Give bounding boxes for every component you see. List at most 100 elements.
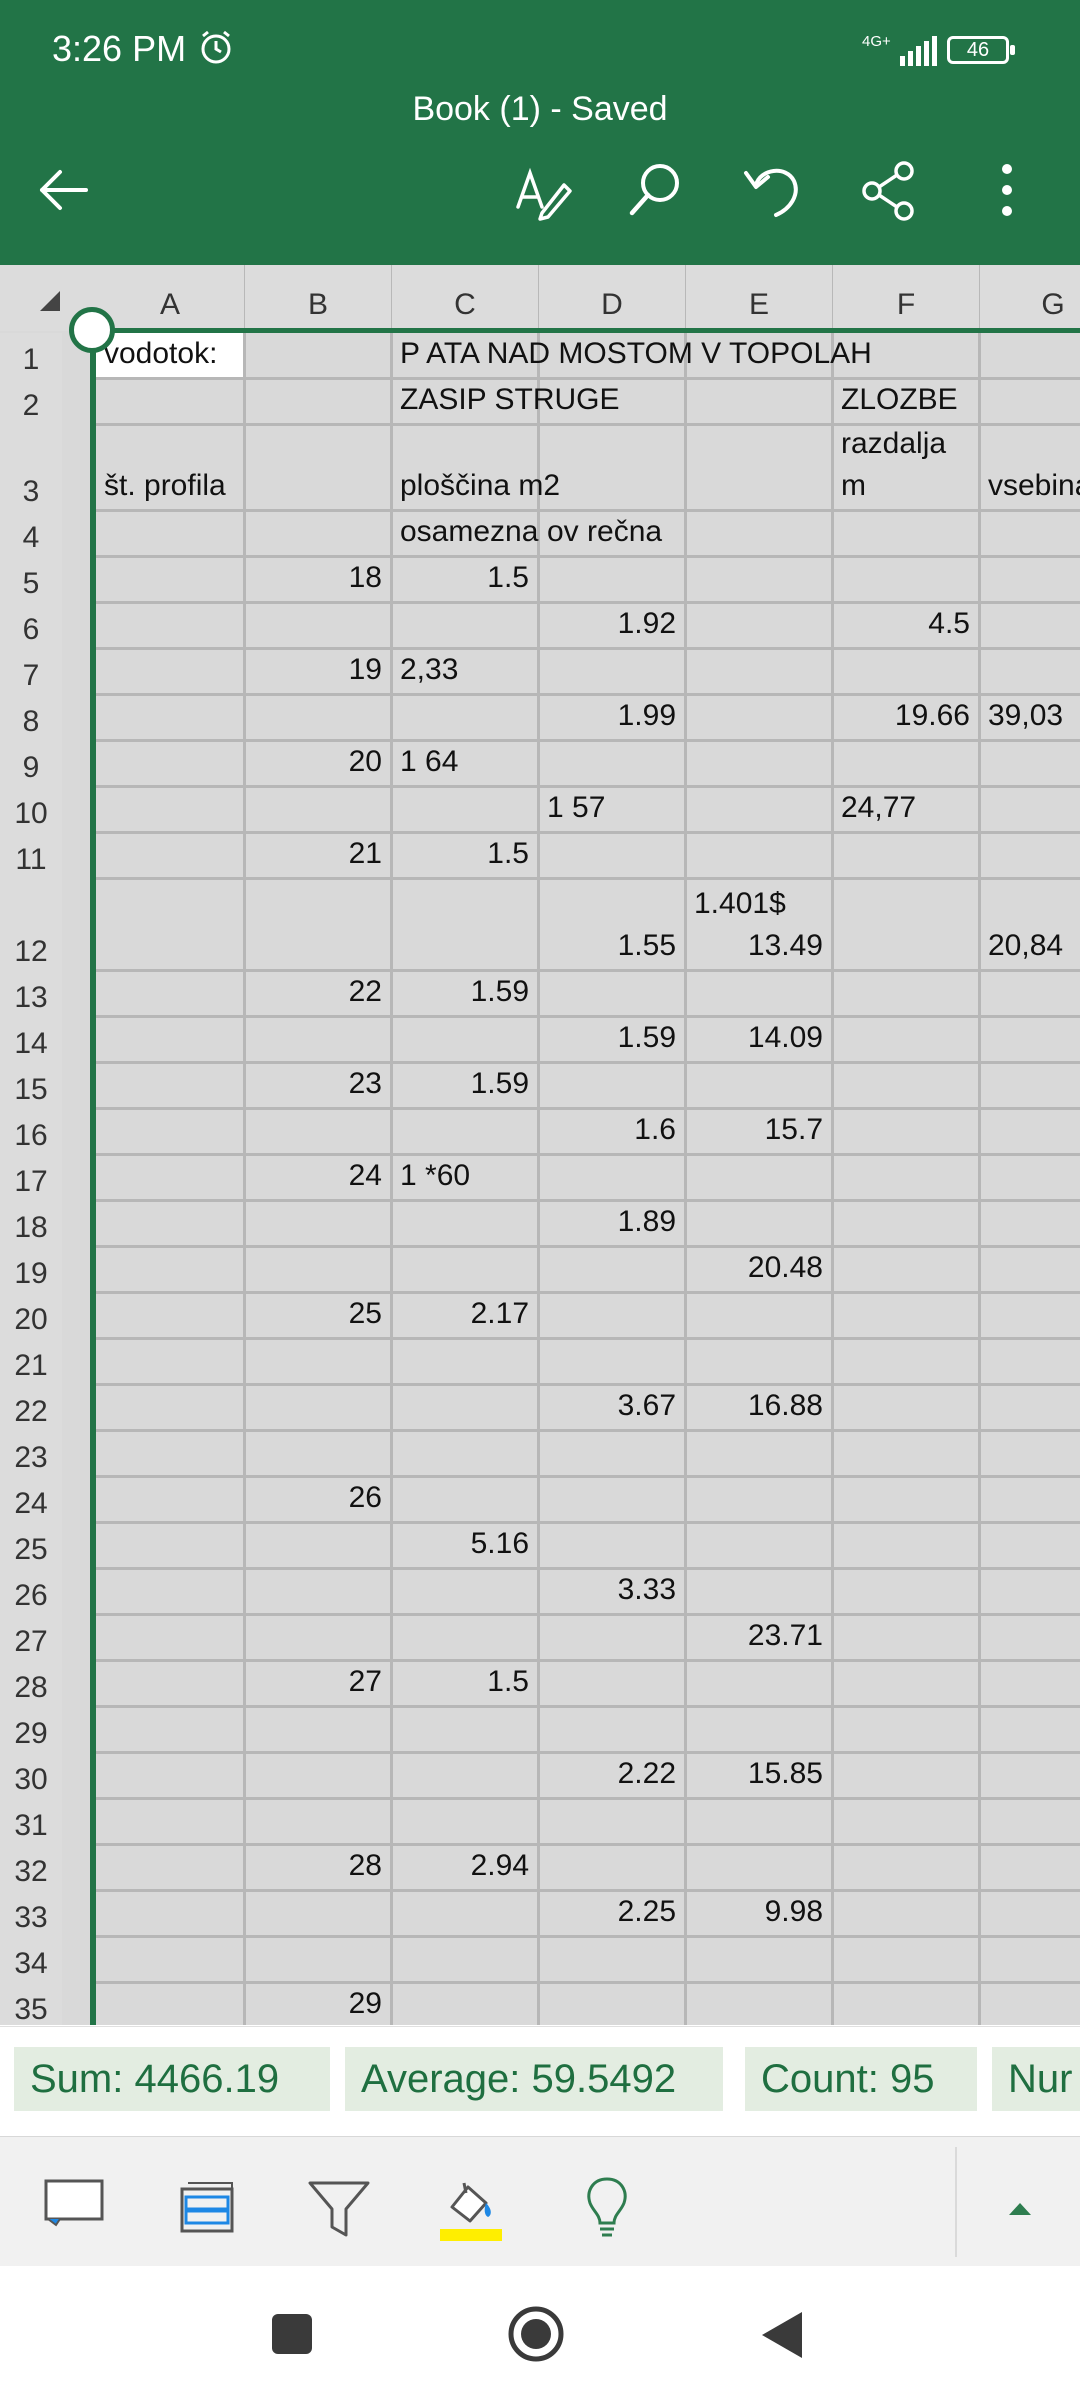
lightbulb-icon[interactable] — [572, 2173, 642, 2243]
cell-f2[interactable]: ZLOZBE — [841, 381, 958, 419]
cell-g27[interactable]: 78 — [980, 1617, 1080, 1655]
cell-d8[interactable]: 1.99 — [539, 697, 676, 735]
search-icon[interactable] — [620, 155, 690, 225]
row-header-28[interactable]: 28 — [0, 1661, 62, 1707]
row-header-29[interactable]: 29 — [0, 1707, 62, 1753]
cell-g6[interactable]: 8 — [980, 605, 1080, 643]
cell-c17[interactable]: 1 *60 — [400, 1157, 470, 1195]
cell-g14[interactable]: 22 — [980, 1019, 1080, 1057]
cell-g8[interactable]: 39,03 — [988, 697, 1063, 735]
row-header-25[interactable]: 25 — [0, 1523, 62, 1569]
row-header-26[interactable]: 26 — [0, 1569, 62, 1615]
cell-e30[interactable]: 15.85 — [686, 1755, 823, 1793]
row-header-24[interactable]: 24 — [0, 1477, 62, 1523]
sheets-icon[interactable] — [172, 2173, 242, 2243]
cell-g30[interactable]: 35 — [980, 1755, 1080, 1793]
cell-b35[interactable]: 29 — [245, 1985, 382, 2023]
cell-f10[interactable]: 24,77 — [841, 789, 916, 827]
back-arrow-icon[interactable] — [28, 155, 98, 225]
cell-d4[interactable]: ov rečna — [547, 513, 662, 551]
row-header-21[interactable]: 21 — [0, 1339, 62, 1385]
cell-b24[interactable]: 26 — [245, 1479, 382, 1517]
cell-f8[interactable]: 19.66 — [833, 697, 970, 735]
cell-d30[interactable]: 2.22 — [539, 1755, 676, 1793]
row-header-13[interactable]: 13 — [0, 971, 62, 1017]
share-icon[interactable] — [854, 155, 924, 225]
pen-edit-icon[interactable] — [508, 155, 578, 225]
row-header-18[interactable]: 18 — [0, 1201, 62, 1247]
row-header-20[interactable]: 20 — [0, 1293, 62, 1339]
cell-e16[interactable]: 15.7 — [686, 1111, 823, 1149]
expand-up-icon[interactable] — [985, 2173, 1055, 2243]
cell-b13[interactable]: 22 — [245, 973, 382, 1011]
row-header-11[interactable]: 11 — [0, 833, 62, 879]
cell-d12[interactable]: 1.55 — [539, 927, 676, 965]
undo-icon[interactable] — [738, 155, 808, 225]
cell-d16[interactable]: 1.6 — [539, 1111, 676, 1149]
cell-a3[interactable]: št. profila — [104, 467, 226, 505]
cell-c1[interactable]: P ATA NAD MOSTOM V TOPOLAH — [400, 335, 872, 373]
cell-c28[interactable]: 1.5 — [392, 1663, 529, 1701]
recents-square-icon[interactable] — [270, 2312, 314, 2356]
cell-b7[interactable]: 19 — [245, 651, 382, 689]
column-header-c[interactable]: C — [392, 265, 539, 331]
cell-e19[interactable]: 20.48 — [686, 1249, 823, 1287]
cell-b28[interactable]: 27 — [245, 1663, 382, 1701]
row-header-9[interactable]: 9 — [0, 741, 62, 787]
row-header-31[interactable]: 31 — [0, 1799, 62, 1845]
cell-d10[interactable]: 1 57 — [547, 789, 605, 827]
cell-d14[interactable]: 1.59 — [539, 1019, 676, 1057]
cell-a1[interactable]: vodotok: — [104, 335, 217, 373]
cell-b9[interactable]: 20 — [245, 743, 382, 781]
cell-b32[interactable]: 28 — [245, 1847, 382, 1885]
cell-e12[interactable]: 1.401$ — [694, 885, 786, 923]
row-header-23[interactable]: 23 — [0, 1431, 62, 1477]
filter-icon[interactable] — [304, 2173, 374, 2243]
cell-c7[interactable]: 2,33 — [400, 651, 458, 689]
cell-g34[interactable]: 22 — [980, 1939, 1080, 1977]
cell-c13[interactable]: 1.59 — [392, 973, 529, 1011]
cell-g10[interactable]: 38 — [980, 789, 1080, 827]
cell-c5[interactable]: 1.5 — [392, 559, 529, 597]
column-header-d[interactable]: D — [539, 265, 686, 331]
cell-c4[interactable]: osamezna — [400, 513, 538, 551]
cell-d22[interactable]: 3.67 — [539, 1387, 676, 1425]
cell-d26[interactable]: 3.33 — [539, 1571, 676, 1609]
cell-g12[interactable]: 20,84 — [988, 927, 1063, 965]
cell-e33[interactable]: 9.98 — [686, 1893, 823, 1931]
row-header-3[interactable]: 3 — [0, 425, 62, 511]
cell-e14[interactable]: 14.09 — [686, 1019, 823, 1057]
row-header-27[interactable]: 27 — [0, 1615, 62, 1661]
sum-chip[interactable]: Sum: 4466.19 — [14, 2047, 330, 2111]
row-header-5[interactable]: 5 — [0, 557, 62, 603]
cell-e27[interactable]: 23.71 — [686, 1617, 823, 1655]
row-header-15[interactable]: 15 — [0, 1063, 62, 1109]
cell-f6[interactable]: 4.5 — [833, 605, 970, 643]
cell-c15[interactable]: 1.59 — [392, 1065, 529, 1103]
selection-handle[interactable] — [69, 307, 115, 353]
row-header-19[interactable]: 19 — [0, 1247, 62, 1293]
row-header-14[interactable]: 14 — [0, 1017, 62, 1063]
row-header-33[interactable]: 33 — [0, 1891, 62, 1937]
cell-f3[interactable]: razdalja — [841, 425, 946, 463]
back-triangle-icon[interactable] — [758, 2310, 806, 2360]
row-header-8[interactable]: 8 — [0, 695, 62, 741]
column-header-a[interactable]: A — [96, 265, 245, 331]
column-header-e[interactable]: E — [686, 265, 833, 331]
spreadsheet-grid[interactable]: ABCDEFG 1 2 3 4 5 6 7 8 9 10 11 12 13 14 15 16 17 18 19 20 2… — [0, 265, 1080, 2025]
row-header-10[interactable]: 10 — [0, 787, 62, 833]
row-header-17[interactable]: 17 — [0, 1155, 62, 1201]
row-header-12[interactable]: 12 — [0, 879, 62, 971]
row-header-30[interactable]: 30 — [0, 1753, 62, 1799]
cell-d18[interactable]: 1.89 — [539, 1203, 676, 1241]
row-header-1[interactable]: 1 — [0, 333, 62, 379]
cell-d6[interactable]: 1.92 — [539, 605, 676, 643]
cell-b15[interactable]: 23 — [245, 1065, 382, 1103]
cell-b17[interactable]: 24 — [245, 1157, 382, 1195]
row-header-16[interactable]: 16 — [0, 1109, 62, 1155]
row-header-4[interactable]: 4 — [0, 511, 62, 557]
cell-g3[interactable]: vsebina — [988, 467, 1080, 505]
cell-c20[interactable]: 2.17 — [392, 1295, 529, 1333]
cell-c2[interactable]: ZASIP STRUGE — [400, 381, 620, 419]
cell-g22[interactable]: 61 — [980, 1387, 1080, 1425]
